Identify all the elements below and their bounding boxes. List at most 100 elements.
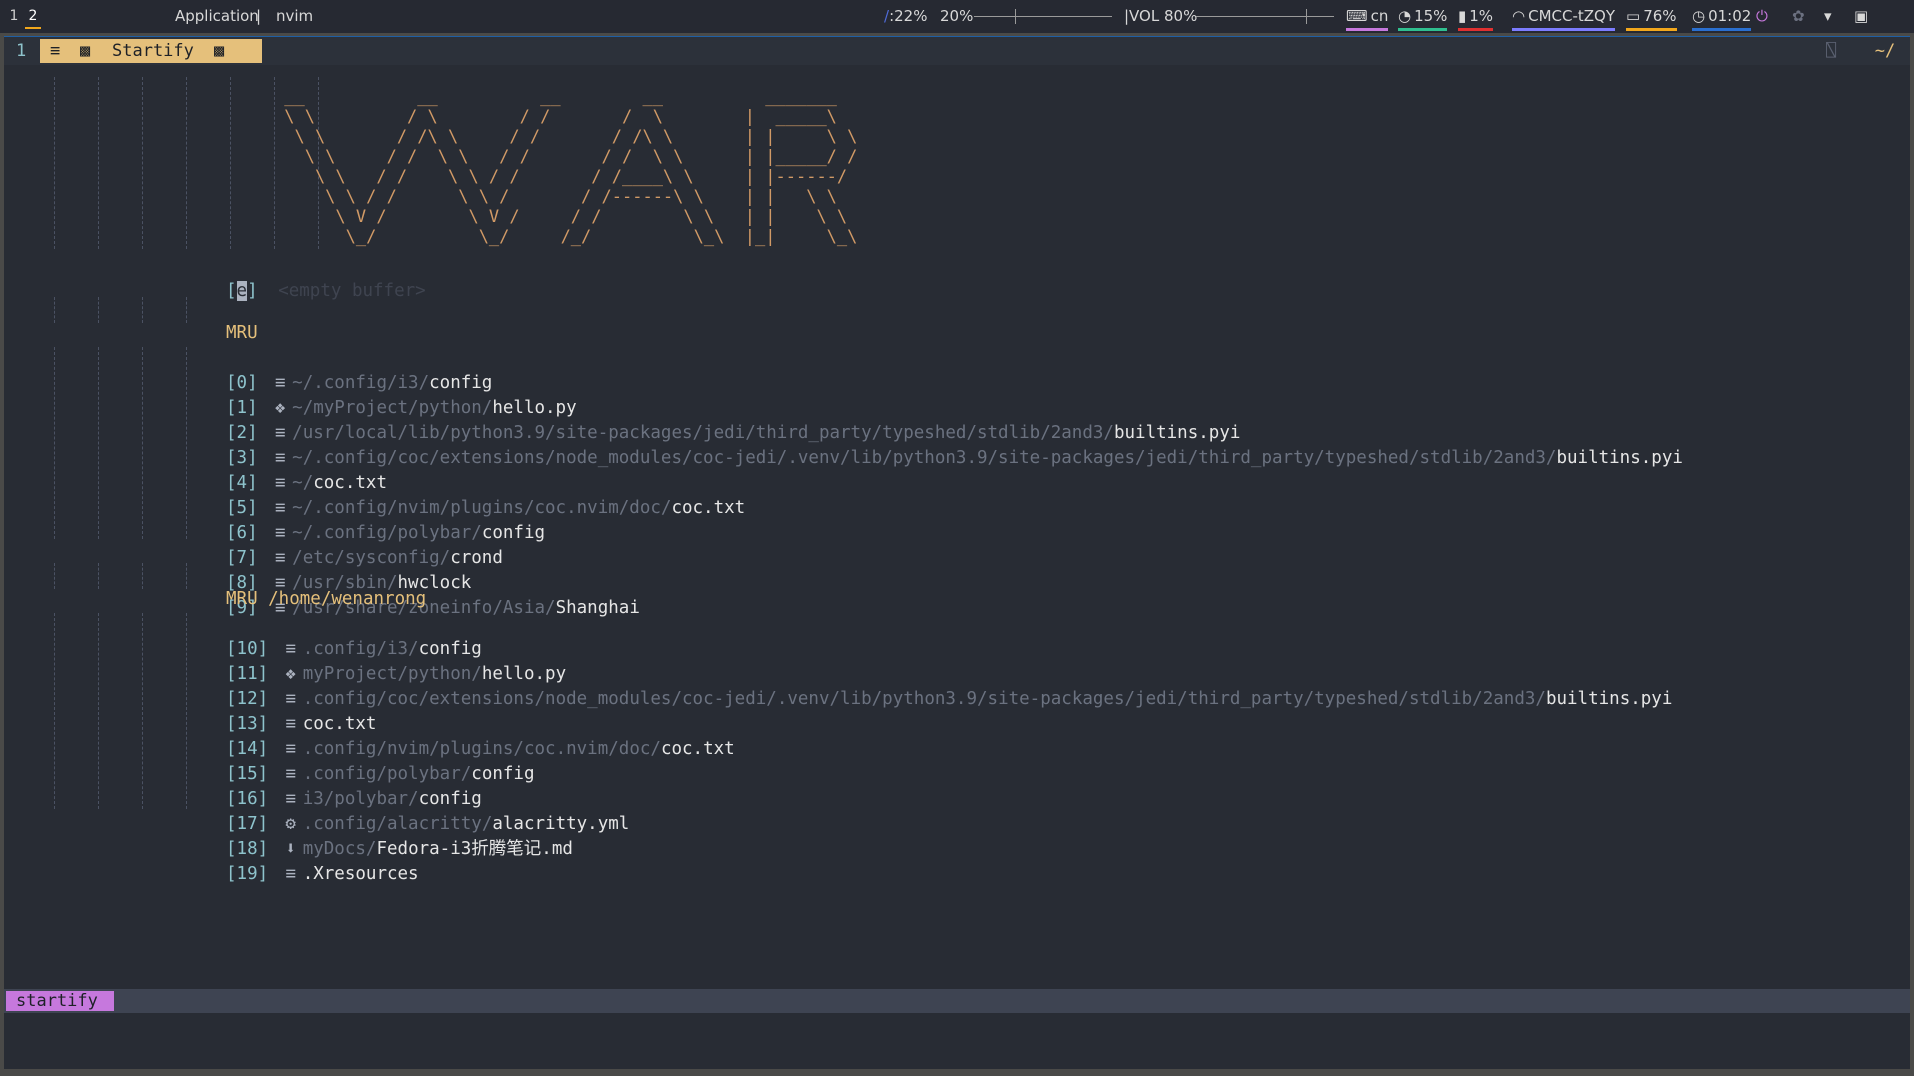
wifi-icon: ◠ xyxy=(1512,7,1526,25)
mode-indicator: startify xyxy=(6,991,114,1011)
entry-filename: config xyxy=(418,639,482,659)
entry-directory: myProject/python/ xyxy=(302,664,482,684)
indent-guide xyxy=(186,563,187,589)
file-type-icon: ⬇ xyxy=(285,839,296,859)
entry-index: [14] xyxy=(226,739,269,759)
keyboard-layout-value: cn xyxy=(1370,7,1389,25)
brightness-indicator[interactable]: /:22% xyxy=(884,7,927,25)
entry-filename: coc.txt xyxy=(671,498,746,518)
entry-directory: .config/polybar/ xyxy=(302,764,472,784)
volume-value: |VOL 80% xyxy=(1124,7,1198,25)
indent-guide xyxy=(98,347,99,539)
battery-value: 76% xyxy=(1643,7,1677,25)
indent-guide xyxy=(54,563,55,589)
mru-home-section-header: MRU /home/wenanrong xyxy=(226,589,427,609)
mru-entry[interactable]: [13] ≡ coc.txt xyxy=(226,712,376,737)
tab-startify[interactable]: ≡ ▩ Startify ▩ xyxy=(40,39,262,63)
workspace-2-button[interactable]: 2 xyxy=(25,5,41,29)
mru-entry[interactable]: [6] ≡ ~/.config/polybar/config xyxy=(226,521,545,546)
file-type-icon: ⚙ xyxy=(285,814,296,834)
battery-module[interactable]: ▭ 76% xyxy=(1626,7,1677,31)
indent-guide xyxy=(186,347,187,539)
file-type-icon: ≡ xyxy=(274,548,286,568)
startify-buffer[interactable]: __ __ __ __ _______ \ \ / \ / / / \ | __… xyxy=(4,65,1910,1023)
indent-guide xyxy=(142,613,143,809)
cpu-pie-icon: ◔ xyxy=(1398,7,1412,25)
empty-buffer-entry[interactable]: [e] <empty buffer> xyxy=(226,279,426,304)
entry-filename: config xyxy=(418,789,482,809)
volume-slider[interactable] xyxy=(1196,9,1334,24)
entry-directory: ~/.config/i3/ xyxy=(292,373,430,393)
mru-entry[interactable]: [0] ≡ ~/.config/i3/config xyxy=(226,371,492,396)
memory-module[interactable]: ▮ 1% xyxy=(1458,7,1494,31)
brightness-value: :22% xyxy=(889,7,928,25)
clock-module[interactable]: ◷ 01:02 xyxy=(1692,7,1752,31)
entry-index: [18] xyxy=(226,839,269,859)
mru-entry[interactable]: [3] ≡ ~/.config/coc/extensions/node_modul… xyxy=(226,446,1683,471)
keyboard-layout-module[interactable]: ⌨ cn xyxy=(1346,7,1389,31)
mru-entry[interactable]: [14] ≡ .config/nvim/plugins/coc.nvim/doc/… xyxy=(226,737,735,762)
mru-entry[interactable]: [10] ≡ .config/i3/config xyxy=(226,637,482,662)
entry-directory: /usr/local/lib/python3.9/site-packages/j… xyxy=(292,423,1114,443)
mru-entry[interactable]: [17] ⚙ .config/alacritty/alacritty.yml xyxy=(226,812,629,837)
memory-icon: ▮ xyxy=(1458,7,1467,25)
entry-index: [13] xyxy=(226,714,269,734)
indent-guide xyxy=(142,347,143,539)
entry-directory: .config/coc/extensions/node_modules/coc-… xyxy=(302,689,1546,709)
workspace-1-button[interactable]: 1 xyxy=(6,5,22,27)
entry-filename: Fedora-i3折腾笔记.md xyxy=(376,839,573,859)
mru-entry[interactable]: [15] ≡ .config/polybar/config xyxy=(226,762,535,787)
entry-directory: ~/.config/coc/extensions/node_modules/co… xyxy=(292,448,1557,468)
mru-entry[interactable]: [5] ≡ ~/.config/nvim/plugins/coc.nvim/doc… xyxy=(226,496,745,521)
entry-filename: coc.txt xyxy=(302,714,377,734)
indent-guide xyxy=(186,77,187,249)
mru-entry[interactable]: [1] ❖ ~/myProject/python/hello.py xyxy=(226,396,577,421)
file-type-icon: ≡ xyxy=(274,523,286,543)
mru-entry[interactable]: [19] ≡ .Xresources xyxy=(226,862,419,887)
indent-guide xyxy=(98,297,99,323)
file-type-icon: ≡ xyxy=(274,423,286,443)
mru-entry[interactable]: [12] ≡ .config/coc/extensions/node_module… xyxy=(226,687,1672,712)
entry-index: [6] xyxy=(226,523,258,543)
entry-filename: .Xresources xyxy=(302,864,419,884)
indent-guide xyxy=(54,77,55,249)
clock-value: 01:02 xyxy=(1708,7,1752,25)
backlight-slider[interactable] xyxy=(974,9,1112,24)
indent-guide xyxy=(142,77,143,249)
backlight-slider-handle[interactable] xyxy=(1015,9,1016,24)
entry-filename: Shanghai xyxy=(555,598,640,618)
tray-network-icon[interactable]: ▾ xyxy=(1824,7,1832,25)
tray-app-icon[interactable]: ✿ xyxy=(1792,7,1805,25)
cpu-module[interactable]: ◔ 15% xyxy=(1398,7,1448,31)
mru-entry[interactable]: [7] ≡ /etc/sysconfig/crond xyxy=(226,546,503,571)
file-type-icon: ≡ xyxy=(285,739,296,759)
entry-directory: .config/alacritty/ xyxy=(302,814,493,834)
mru-entry[interactable]: [16] ≡ i3/polybar/config xyxy=(226,787,482,812)
tabline: 1 ≡ ▩ Startify ▩ ⍂ ~/ xyxy=(4,37,1910,65)
entry-directory: /etc/sysconfig/ xyxy=(292,548,451,568)
mru-entry[interactable]: [11] ❖ myProject/python/hello.py xyxy=(226,662,566,687)
app-label: Application xyxy=(175,7,259,25)
tray-image-icon[interactable]: ▣ xyxy=(1854,7,1868,25)
entry-filename: coc.txt xyxy=(660,739,735,759)
mru-entry[interactable]: [18] ⬇ myDocs/Fedora-i3折腾笔记.md xyxy=(226,837,573,862)
entry-index: [e] xyxy=(226,281,258,301)
indent-guide xyxy=(186,613,187,809)
entry-label: <empty buffer> xyxy=(278,281,426,301)
window-title: nvim xyxy=(276,7,314,25)
cwd-indicator: ~/ xyxy=(1862,39,1908,63)
mru-entry[interactable]: [2] ≡ /usr/local/lib/python3.9/site-packa… xyxy=(226,421,1240,446)
entry-index: [0] xyxy=(226,373,258,393)
indent-guide xyxy=(98,613,99,809)
power-icon[interactable]: ⏻ xyxy=(1756,7,1768,25)
mru-section-header: MRU xyxy=(226,323,258,343)
indent-guide xyxy=(54,347,55,539)
entry-directory: ~/myProject/python/ xyxy=(292,398,493,418)
entry-filename: config xyxy=(471,764,535,784)
entry-filename: alacritty.yml xyxy=(492,814,630,834)
volume-slider-handle[interactable] xyxy=(1306,9,1307,24)
entry-filename: crond xyxy=(450,548,503,568)
mru-entry[interactable]: [4] ≡ ~/coc.txt xyxy=(226,471,387,496)
entry-directory: ~/ xyxy=(292,473,314,493)
wifi-module[interactable]: ◠ CMCC-tZQY xyxy=(1512,7,1615,31)
